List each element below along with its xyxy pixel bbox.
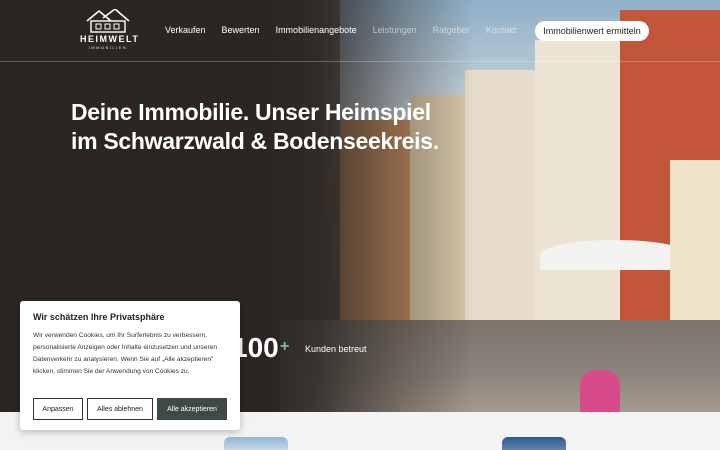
card-image (502, 437, 566, 450)
accept-all-button[interactable]: Alle akzeptieren (157, 398, 227, 420)
cookie-text: Wir verwenden Cookies, um Ihr Surferlebn… (33, 332, 218, 375)
hero-headline: Deine Immobilie. Unser Heimspiel im Schw… (71, 98, 491, 156)
nav-item-immobilienangebote[interactable]: Immobilienangebote (276, 25, 357, 35)
nav-item-verkaufen[interactable]: Verkaufen (165, 25, 206, 35)
property-valuation-button[interactable]: Immobilienwert ermitteln (535, 21, 649, 41)
logo[interactable]: HEIMWELT IMMOBILIEN (80, 9, 140, 53)
site-header: HEIMWELT IMMOBILIEN Verkaufen Bewerten I… (0, 0, 720, 62)
cookie-buttons: Anpassen Alles ablehnen Alle akzeptieren (33, 398, 227, 420)
nav-item-leistungen[interactable]: Leistungen (373, 25, 417, 35)
logo-subtitle: IMMOBILIEN (88, 45, 128, 50)
stat-plus: + (280, 338, 290, 355)
cookie-banner: Wir schätzen Ihre Privatsphäre Wir verwe… (20, 301, 240, 430)
nav-item-ratgeber[interactable]: Ratgeber (433, 25, 470, 35)
hero-headline-line1: Deine Immobilie. Unser Heimspiel (71, 99, 431, 125)
nav-item-kontakt[interactable]: Kontakt (486, 25, 517, 35)
cookie-title: Wir schätzen Ihre Privatsphäre (33, 312, 165, 322)
card-image (224, 437, 288, 450)
stat-label: Kunden betreut (305, 344, 367, 354)
main-nav: Verkaufen Bewerten Immobilienangebote Le… (165, 25, 532, 35)
nav-item-bewerten[interactable]: Bewerten (222, 25, 260, 35)
hero-headline-line2: im Schwarzwald & Bodenseekreis. (71, 128, 439, 154)
house-logo-icon (86, 9, 130, 33)
logo-name: HEIMWELT (80, 34, 140, 44)
reject-all-button[interactable]: Alles ablehnen (87, 398, 153, 420)
customize-button[interactable]: Anpassen (33, 398, 83, 420)
